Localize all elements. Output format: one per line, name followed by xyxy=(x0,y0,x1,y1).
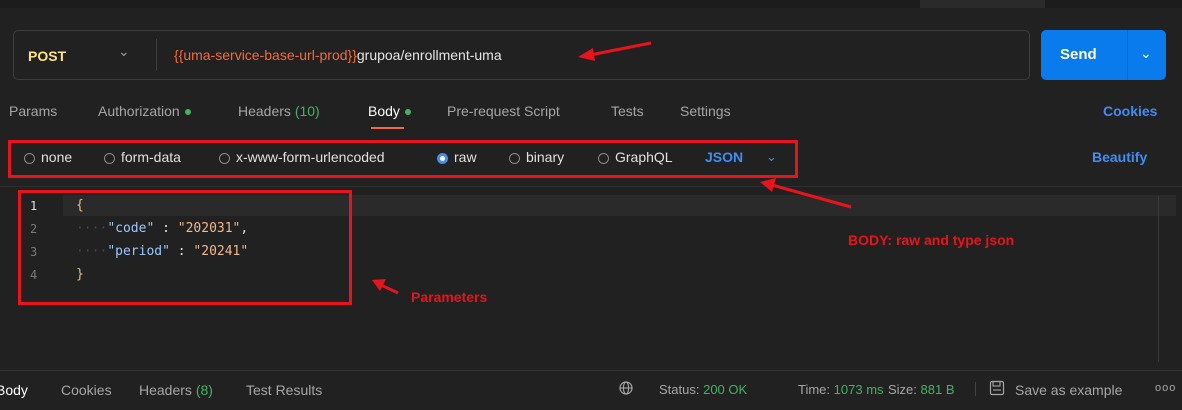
arrow-parameters xyxy=(372,279,399,295)
arrow-json xyxy=(760,178,852,209)
annotation-arrows xyxy=(372,41,852,295)
arrow-url xyxy=(578,41,652,61)
